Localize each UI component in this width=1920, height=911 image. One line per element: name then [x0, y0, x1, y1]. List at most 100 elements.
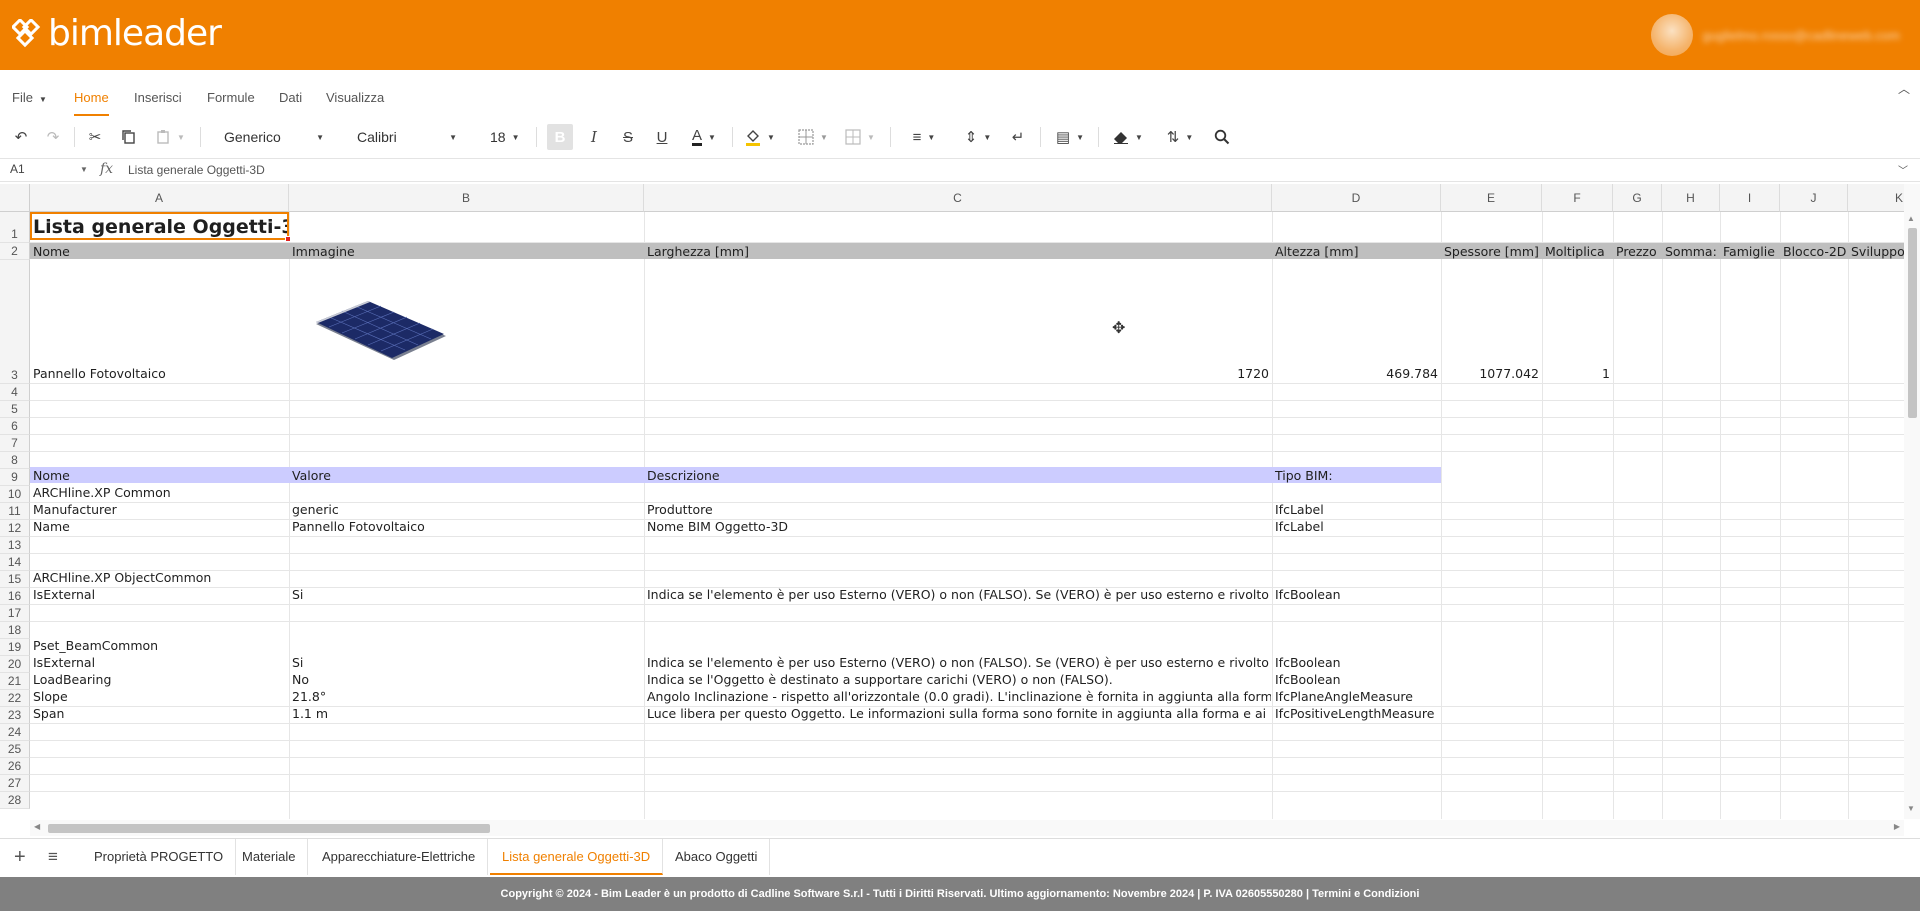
altezza-cell[interactable]: 469.784	[1273, 365, 1440, 382]
tab-home[interactable]: Home	[74, 80, 109, 116]
scroll-up-icon[interactable]: ▲	[1907, 214, 1915, 223]
horizontal-scroll-thumb[interactable]	[48, 824, 490, 833]
expand-formula-icon[interactable]: ﹀	[1898, 162, 1908, 177]
prop-value-cell[interactable]: No	[290, 671, 643, 688]
row-header[interactable]: 15	[0, 571, 30, 588]
row-header[interactable]: 23	[0, 707, 30, 724]
horizontal-align-button[interactable]: ≡ ▼	[906, 124, 942, 150]
header-cell[interactable]: Famiglie	[1721, 243, 1779, 260]
prop-type-cell[interactable]: IfcBoolean	[1273, 671, 1440, 688]
column-header-d[interactable]: D	[1272, 184, 1441, 212]
scroll-right-icon[interactable]: ▶	[1894, 822, 1900, 831]
prop-value-cell[interactable]: Si	[290, 586, 643, 603]
prop-name-cell[interactable]: IsExternal	[31, 654, 288, 671]
prop-name-cell[interactable]: IsExternal	[31, 586, 288, 603]
row-header[interactable]: 13	[0, 537, 30, 554]
prop-header-cell[interactable]: Descrizione	[645, 467, 1271, 484]
tab-inserisci[interactable]: Inserisci	[134, 80, 182, 116]
bimleader-logo[interactable]: bimleader	[12, 14, 222, 54]
header-cell[interactable]: Altezza [mm]	[1273, 243, 1440, 260]
row-header[interactable]: 10	[0, 486, 30, 503]
row-header[interactable]: 6	[0, 418, 30, 435]
formula-input[interactable]: Lista generale Oggetti-3D	[128, 163, 265, 177]
paste-icon[interactable]: ▼	[152, 124, 188, 150]
row-header[interactable]: 12	[0, 520, 30, 537]
sheet-tab-lista-generale-oggetti-3d[interactable]: Lista generale Oggetti-3D	[490, 839, 664, 875]
scroll-left-icon[interactable]: ◀	[34, 822, 40, 831]
user-menu[interactable]: guglielmo.rosso@cadlineweb.com	[1650, 14, 1900, 56]
file-menu[interactable]: File ▼	[12, 80, 47, 116]
row-header[interactable]: 17	[0, 605, 30, 622]
bold-button[interactable]: B	[547, 124, 573, 150]
row-header[interactable]: 21	[0, 673, 30, 690]
column-header-g[interactable]: G	[1613, 184, 1662, 212]
vertical-scroll-thumb[interactable]	[1908, 228, 1917, 418]
row-header[interactable]: 5	[0, 401, 30, 418]
vertical-scrollbar[interactable]: ▲ ▼	[1904, 184, 1920, 819]
spreadsheet-grid[interactable]: A B C D E F G H I J K 1 2 3 4 5 6 7 8 9 …	[0, 184, 1904, 819]
prop-desc-cell[interactable]: Indica se l'elemento è per uso Esterno (…	[645, 586, 1271, 603]
sheet-tab-apparecchiature-elettriche[interactable]: Apparecchiature-Elettriche	[310, 839, 489, 875]
column-header-b[interactable]: B	[289, 184, 644, 212]
row-header[interactable]: 22	[0, 690, 30, 707]
clear-format-button[interactable]: ▼	[1110, 124, 1146, 150]
column-header-h[interactable]: H	[1662, 184, 1720, 212]
name-box[interactable]: A1	[10, 162, 25, 176]
sheet-tab-materiale[interactable]: Materiale	[230, 839, 309, 875]
header-cell[interactable]: Nome	[31, 243, 288, 260]
number-format-select[interactable]: Generico ▼	[224, 124, 324, 150]
fill-handle[interactable]	[285, 236, 291, 242]
row-header[interactable]: 28	[0, 792, 30, 809]
prop-name-cell[interactable]: Name	[31, 518, 288, 535]
prop-desc-cell[interactable]: Luce libera per questo Oggetto. Le infor…	[645, 705, 1271, 722]
row-header[interactable]: 4	[0, 384, 30, 401]
row-header[interactable]: 9	[0, 469, 30, 486]
select-all-corner[interactable]	[0, 184, 30, 212]
prop-header-cell[interactable]: Valore	[290, 467, 643, 484]
larghezza-cell[interactable]: 1720	[1142, 365, 1271, 382]
prop-desc-cell[interactable]: Indica se l'Oggetto è destinato a suppor…	[645, 671, 1271, 688]
prop-name-cell[interactable]: Manufacturer	[31, 501, 288, 518]
sheet-tab-abaco-oggetti[interactable]: Abaco Oggetti	[663, 839, 771, 875]
fill-color-button[interactable]: ▼	[742, 124, 778, 150]
row-header[interactable]: 24	[0, 724, 30, 741]
collapse-ribbon-icon[interactable]: ︿	[1898, 80, 1910, 98]
column-header-k[interactable]: K	[1848, 184, 1904, 212]
prop-header-cell[interactable]: Nome	[31, 467, 288, 484]
sheet-tab-proprieta-progetto[interactable]: Proprietà PROGETTO	[82, 839, 237, 875]
prop-name-cell[interactable]: LoadBearing	[31, 671, 288, 688]
object-name-cell[interactable]: Pannello Fotovoltaico	[31, 365, 288, 382]
row-header[interactable]: 18	[0, 622, 30, 639]
font-color-button[interactable]: A ▼	[686, 124, 722, 150]
prop-value-cell[interactable]: Si	[290, 654, 643, 671]
merge-cells-button[interactable]: ▼	[842, 124, 878, 150]
row-header[interactable]: 16	[0, 588, 30, 605]
header-cell[interactable]: Sviluppo	[1849, 243, 1904, 260]
prop-type-cell[interactable]: IfcPlaneAngleMeasure	[1273, 688, 1440, 705]
prop-header-cell[interactable]: Tipo BIM:	[1273, 467, 1440, 484]
column-header-f[interactable]: F	[1542, 184, 1613, 212]
prop-type-cell[interactable]: IfcLabel	[1273, 501, 1440, 518]
row-header[interactable]: 11	[0, 503, 30, 520]
header-cell[interactable]: Larghezza [mm]	[645, 243, 1271, 260]
search-icon[interactable]	[1210, 124, 1234, 150]
column-header-c[interactable]: C	[644, 184, 1272, 212]
group-label-cell[interactable]: ARCHline.XP Common	[31, 484, 288, 501]
row-header[interactable]: 26	[0, 758, 30, 775]
tab-formule[interactable]: Formule	[207, 80, 255, 116]
row-header[interactable]: 2	[0, 243, 30, 260]
strikethrough-button[interactable]: S	[617, 124, 639, 150]
conditional-format-button[interactable]: ▤ ▼	[1052, 124, 1088, 150]
header-cell[interactable]: Spessore [mm]	[1442, 243, 1541, 260]
wrap-text-icon[interactable]: ↵	[1006, 124, 1030, 150]
prop-type-cell[interactable]: IfcPositiveLengthMeasure	[1273, 705, 1440, 722]
chevron-down-icon[interactable]: ▼	[80, 165, 88, 174]
header-cell[interactable]: Blocco-2D	[1781, 243, 1847, 260]
underline-button[interactable]: U	[651, 124, 673, 150]
prop-value-cell[interactable]: 1.1 m	[290, 705, 643, 722]
row-header[interactable]: 14	[0, 554, 30, 571]
prop-value-cell[interactable]: generic	[290, 501, 643, 518]
column-header-j[interactable]: J	[1780, 184, 1848, 212]
tab-dati[interactable]: Dati	[279, 80, 302, 116]
spessore-cell[interactable]: 1077.042	[1442, 365, 1541, 382]
